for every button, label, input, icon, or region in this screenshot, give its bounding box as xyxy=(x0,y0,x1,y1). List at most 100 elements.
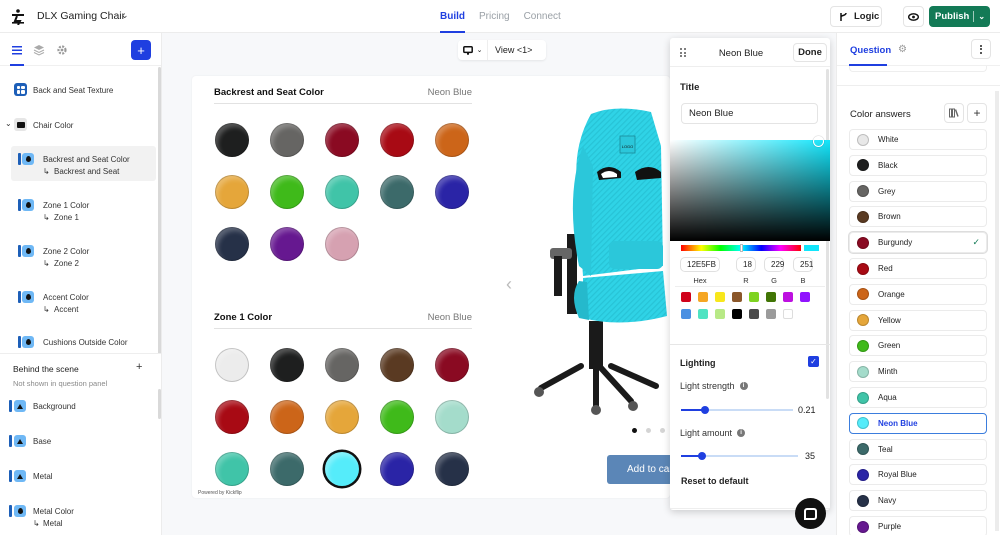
color-swatch[interactable] xyxy=(380,123,414,157)
gear-icon[interactable] xyxy=(56,44,68,56)
color-answer-item[interactable]: White xyxy=(849,129,987,150)
lighting-checkbox[interactable]: ✓ xyxy=(808,356,819,367)
chevron-down-icon[interactable]: ⌄ xyxy=(121,10,129,21)
color-swatch[interactable] xyxy=(270,400,304,434)
color-swatch[interactable] xyxy=(215,227,249,261)
publish-button[interactable]: Publish ⌄ xyxy=(929,6,990,27)
preset-color-swatch[interactable] xyxy=(732,292,742,302)
color-swatch[interactable] xyxy=(435,348,469,382)
add-color-answer-button[interactable]: + xyxy=(967,103,987,123)
sidebar-scrollbar[interactable] xyxy=(158,67,161,357)
preset-color-swatch[interactable] xyxy=(766,309,776,319)
color-swatch[interactable] xyxy=(270,123,304,157)
tab-pricing[interactable]: Pricing xyxy=(479,0,510,33)
preset-color-swatch[interactable] xyxy=(715,292,725,302)
add-question-button[interactable]: + xyxy=(131,40,151,60)
carousel-dot[interactable] xyxy=(632,428,637,433)
color-answer-item[interactable]: Yellow xyxy=(849,309,987,331)
previous-image-button[interactable]: ‹ xyxy=(506,274,512,295)
color-swatch[interactable] xyxy=(325,175,359,209)
info-icon[interactable]: i xyxy=(739,382,748,390)
color-answer-item[interactable]: Black xyxy=(849,154,987,176)
color-swatch[interactable] xyxy=(270,348,304,382)
chevron-down-icon[interactable]: ⌄ xyxy=(978,12,985,21)
color-answer-item[interactable]: Burgundy ✓ xyxy=(849,232,987,254)
color-swatch[interactable] xyxy=(270,452,304,486)
done-button[interactable]: Done xyxy=(793,43,827,62)
reset-to-default-button[interactable]: Reset to default xyxy=(681,476,749,486)
saturation-value-picker[interactable] xyxy=(670,140,830,241)
saturation-value-handle[interactable] xyxy=(813,136,824,147)
color-swatch[interactable] xyxy=(380,452,414,486)
color-swatch[interactable] xyxy=(380,400,414,434)
color-swatch[interactable] xyxy=(435,452,469,486)
color-swatch[interactable] xyxy=(325,227,359,261)
behind-scrollbar[interactable] xyxy=(158,389,161,419)
hex-input[interactable]: 12E5FB xyxy=(680,257,720,272)
view-selector[interactable]: View <1> xyxy=(488,45,532,55)
preset-color-swatch[interactable] xyxy=(681,309,691,319)
color-swatch[interactable] xyxy=(380,175,414,209)
color-answer-item[interactable]: Orange xyxy=(849,283,987,305)
color-swatch[interactable] xyxy=(380,348,414,382)
color-swatch[interactable] xyxy=(325,348,359,382)
light-strength-handle[interactable] xyxy=(701,406,709,414)
preset-color-swatch[interactable] xyxy=(749,309,759,319)
color-answer-item[interactable]: Teal xyxy=(849,438,987,460)
color-answer-item[interactable]: Navy xyxy=(849,490,987,512)
preset-color-swatch[interactable] xyxy=(783,292,793,302)
color-answer-item[interactable]: Royal Blue xyxy=(849,464,987,486)
carousel-dot[interactable] xyxy=(660,428,665,433)
red-input[interactable]: 18 xyxy=(736,257,756,272)
color-answer-item[interactable]: Red xyxy=(849,258,987,279)
color-swatch[interactable] xyxy=(270,175,304,209)
color-swatch[interactable] xyxy=(435,123,469,157)
preset-color-swatch[interactable] xyxy=(800,292,810,302)
color-swatch[interactable] xyxy=(215,175,249,209)
tab-connect[interactable]: Connect xyxy=(524,0,561,33)
preset-color-swatch[interactable] xyxy=(698,309,708,319)
color-swatch[interactable] xyxy=(435,175,469,209)
preview-button[interactable] xyxy=(903,6,924,27)
list-icon[interactable] xyxy=(11,44,23,56)
info-icon[interactable]: i xyxy=(737,429,746,437)
color-swatch[interactable] xyxy=(215,400,249,434)
device-selector[interactable]: ⌄ xyxy=(458,40,488,60)
color-swatch[interactable] xyxy=(325,452,359,486)
color-answer-item[interactable]: Minth xyxy=(849,361,987,383)
preset-color-swatch[interactable] xyxy=(681,292,691,302)
app-title[interactable]: DLX Gaming Chair xyxy=(37,10,125,22)
color-answer-item[interactable]: Neon Blue xyxy=(849,412,987,434)
hue-slider-handle[interactable] xyxy=(740,244,743,252)
color-answer-item[interactable]: Brown xyxy=(849,206,987,228)
gear-icon[interactable]: ⚙ xyxy=(898,44,907,55)
preset-color-swatch[interactable] xyxy=(732,309,742,319)
color-answer-item[interactable]: Purple xyxy=(849,516,987,535)
color-swatch[interactable] xyxy=(435,400,469,434)
preset-color-swatch[interactable] xyxy=(783,309,793,319)
color-library-button[interactable] xyxy=(944,103,964,123)
green-input[interactable]: 229 xyxy=(764,257,784,272)
add-behind-scene-button[interactable]: + xyxy=(136,361,142,373)
add-to-cart-button[interactable]: Add to car xyxy=(607,455,670,484)
color-answer-item[interactable]: Grey xyxy=(849,180,987,202)
blue-input[interactable]: 251 xyxy=(793,257,813,272)
logic-button[interactable]: Logic xyxy=(830,6,882,27)
chevron-down-icon[interactable]: ⌄ xyxy=(5,119,12,128)
tab-question[interactable]: Question xyxy=(850,45,891,56)
carousel-dot[interactable] xyxy=(646,428,651,433)
color-answer-item[interactable]: Aqua xyxy=(849,387,987,408)
preset-color-swatch[interactable] xyxy=(698,292,708,302)
color-swatch[interactable] xyxy=(215,123,249,157)
more-options-button[interactable] xyxy=(971,39,991,59)
color-swatch[interactable] xyxy=(270,227,304,261)
color-swatch[interactable] xyxy=(325,400,359,434)
light-amount-handle[interactable] xyxy=(698,452,706,460)
color-swatch[interactable] xyxy=(215,452,249,486)
title-input[interactable]: Neon Blue xyxy=(681,103,818,124)
layers-icon[interactable] xyxy=(33,44,45,56)
chat-support-button[interactable] xyxy=(795,498,826,529)
color-swatch[interactable] xyxy=(325,123,359,157)
tab-build[interactable]: Build xyxy=(440,0,465,33)
right-panel-scrollbar[interactable] xyxy=(995,91,999,531)
